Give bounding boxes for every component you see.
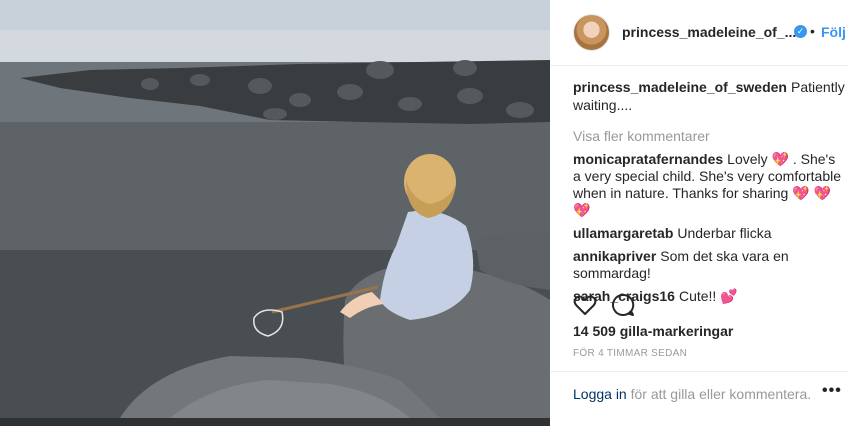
comment-username[interactable]: annikapriver [573, 248, 656, 264]
photo-bottom-strip [0, 418, 550, 426]
post-sidebar: princess_madeleine_of_... ✓ • Följ princ… [550, 0, 849, 426]
login-link[interactable]: Logga in [573, 386, 627, 402]
post-actions [572, 292, 842, 318]
comments-list: princess_madeleine_of_sweden Patiently wa… [573, 78, 845, 311]
follow-button[interactable]: Följ [821, 24, 846, 40]
comment-text: Underbar flicka [677, 225, 772, 241]
header-username[interactable]: princess_madeleine_of_... [622, 24, 796, 40]
comment-item: ullamargaretab Underbar flicka [573, 225, 843, 242]
like-count[interactable]: 14 509 gilla-markeringar [573, 323, 733, 339]
avatar[interactable] [573, 14, 610, 51]
header-separator: • [810, 23, 815, 39]
photo-scene [0, 0, 550, 418]
post-caption: princess_madeleine_of_sweden Patiently wa… [573, 78, 845, 114]
verified-badge-icon: ✓ [794, 25, 807, 38]
post-header: princess_madeleine_of_... ✓ • Följ [550, 0, 849, 66]
comment-item: monicapratafernandes Lovely 💖 . She's a v… [573, 151, 843, 219]
comment-item: annikapriver Som det ska vara en sommarda… [573, 248, 843, 282]
login-prompt: Logga in för att gilla eller kommentera. [573, 386, 811, 402]
heart-icon[interactable] [572, 292, 598, 318]
comment-username[interactable]: monicapratafernandes [573, 151, 723, 167]
post-footer: Logga in för att gilla eller kommentera.… [550, 371, 849, 426]
comment-username[interactable]: ullamargaretab [573, 225, 673, 241]
more-options-icon[interactable]: ••• [822, 382, 842, 400]
view-more-comments-link[interactable]: Visa fler kommentarer [573, 127, 843, 145]
comment-icon[interactable] [610, 292, 636, 318]
post-timestamp: FÖR 4 TIMMAR SEDAN [573, 348, 688, 359]
post-photo[interactable] [0, 0, 550, 418]
login-prompt-text: för att gilla eller kommentera. [626, 386, 812, 402]
caption-username[interactable]: princess_madeleine_of_sweden [573, 79, 787, 95]
